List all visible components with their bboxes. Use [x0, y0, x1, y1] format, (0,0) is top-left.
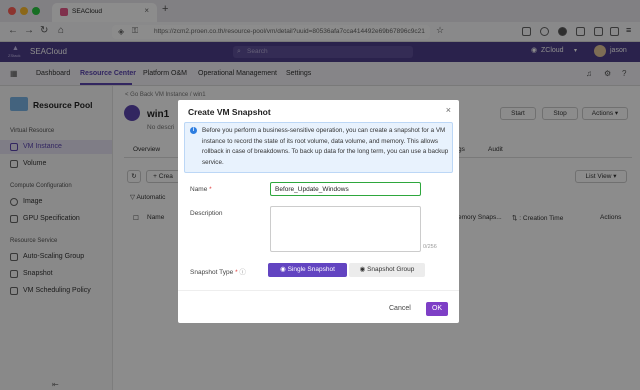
camera-icon: ◉ [280, 266, 286, 273]
close-icon[interactable]: × [446, 105, 451, 115]
dialog-footer-divider [178, 290, 459, 291]
info-banner: i Before you perform a business-sensitiv… [184, 122, 453, 173]
required-mark: * [235, 269, 238, 276]
single-snapshot-label: Single Snapshot [287, 266, 335, 273]
single-snapshot-option[interactable]: ◉ Single Snapshot [268, 263, 347, 277]
snapshot-type-label: Snapshot Type * ⓘ [190, 266, 246, 276]
required-mark: * [209, 186, 212, 193]
info-icon: i [190, 127, 197, 134]
name-label-text: Name [190, 186, 208, 193]
help-circle-icon[interactable]: ⓘ [239, 269, 246, 276]
camera-group-icon: ◉ [359, 266, 366, 273]
dialog-title: Create VM Snapshot [188, 107, 271, 117]
description-textarea[interactable] [270, 206, 421, 252]
description-label: Description [190, 210, 223, 217]
name-label: Name * [190, 186, 212, 193]
description-char-count: 0/256 [423, 244, 437, 250]
cancel-button[interactable]: Cancel [389, 305, 411, 312]
ok-button[interactable]: OK [426, 302, 448, 316]
snapshot-group-option[interactable]: ◉ Snapshot Group [349, 263, 425, 277]
snapshot-group-label: Snapshot Group [367, 266, 415, 273]
snapshot-name-input[interactable]: Before_Update_Windows [270, 182, 421, 196]
snapshot-name-value: Before_Update_Windows [275, 186, 349, 193]
info-text: Before you perform a business-sensitive … [202, 127, 449, 166]
snapshot-type-label-text: Snapshot Type [190, 269, 234, 276]
create-snapshot-dialog: Create VM Snapshot × i Before you perfor… [178, 100, 459, 323]
